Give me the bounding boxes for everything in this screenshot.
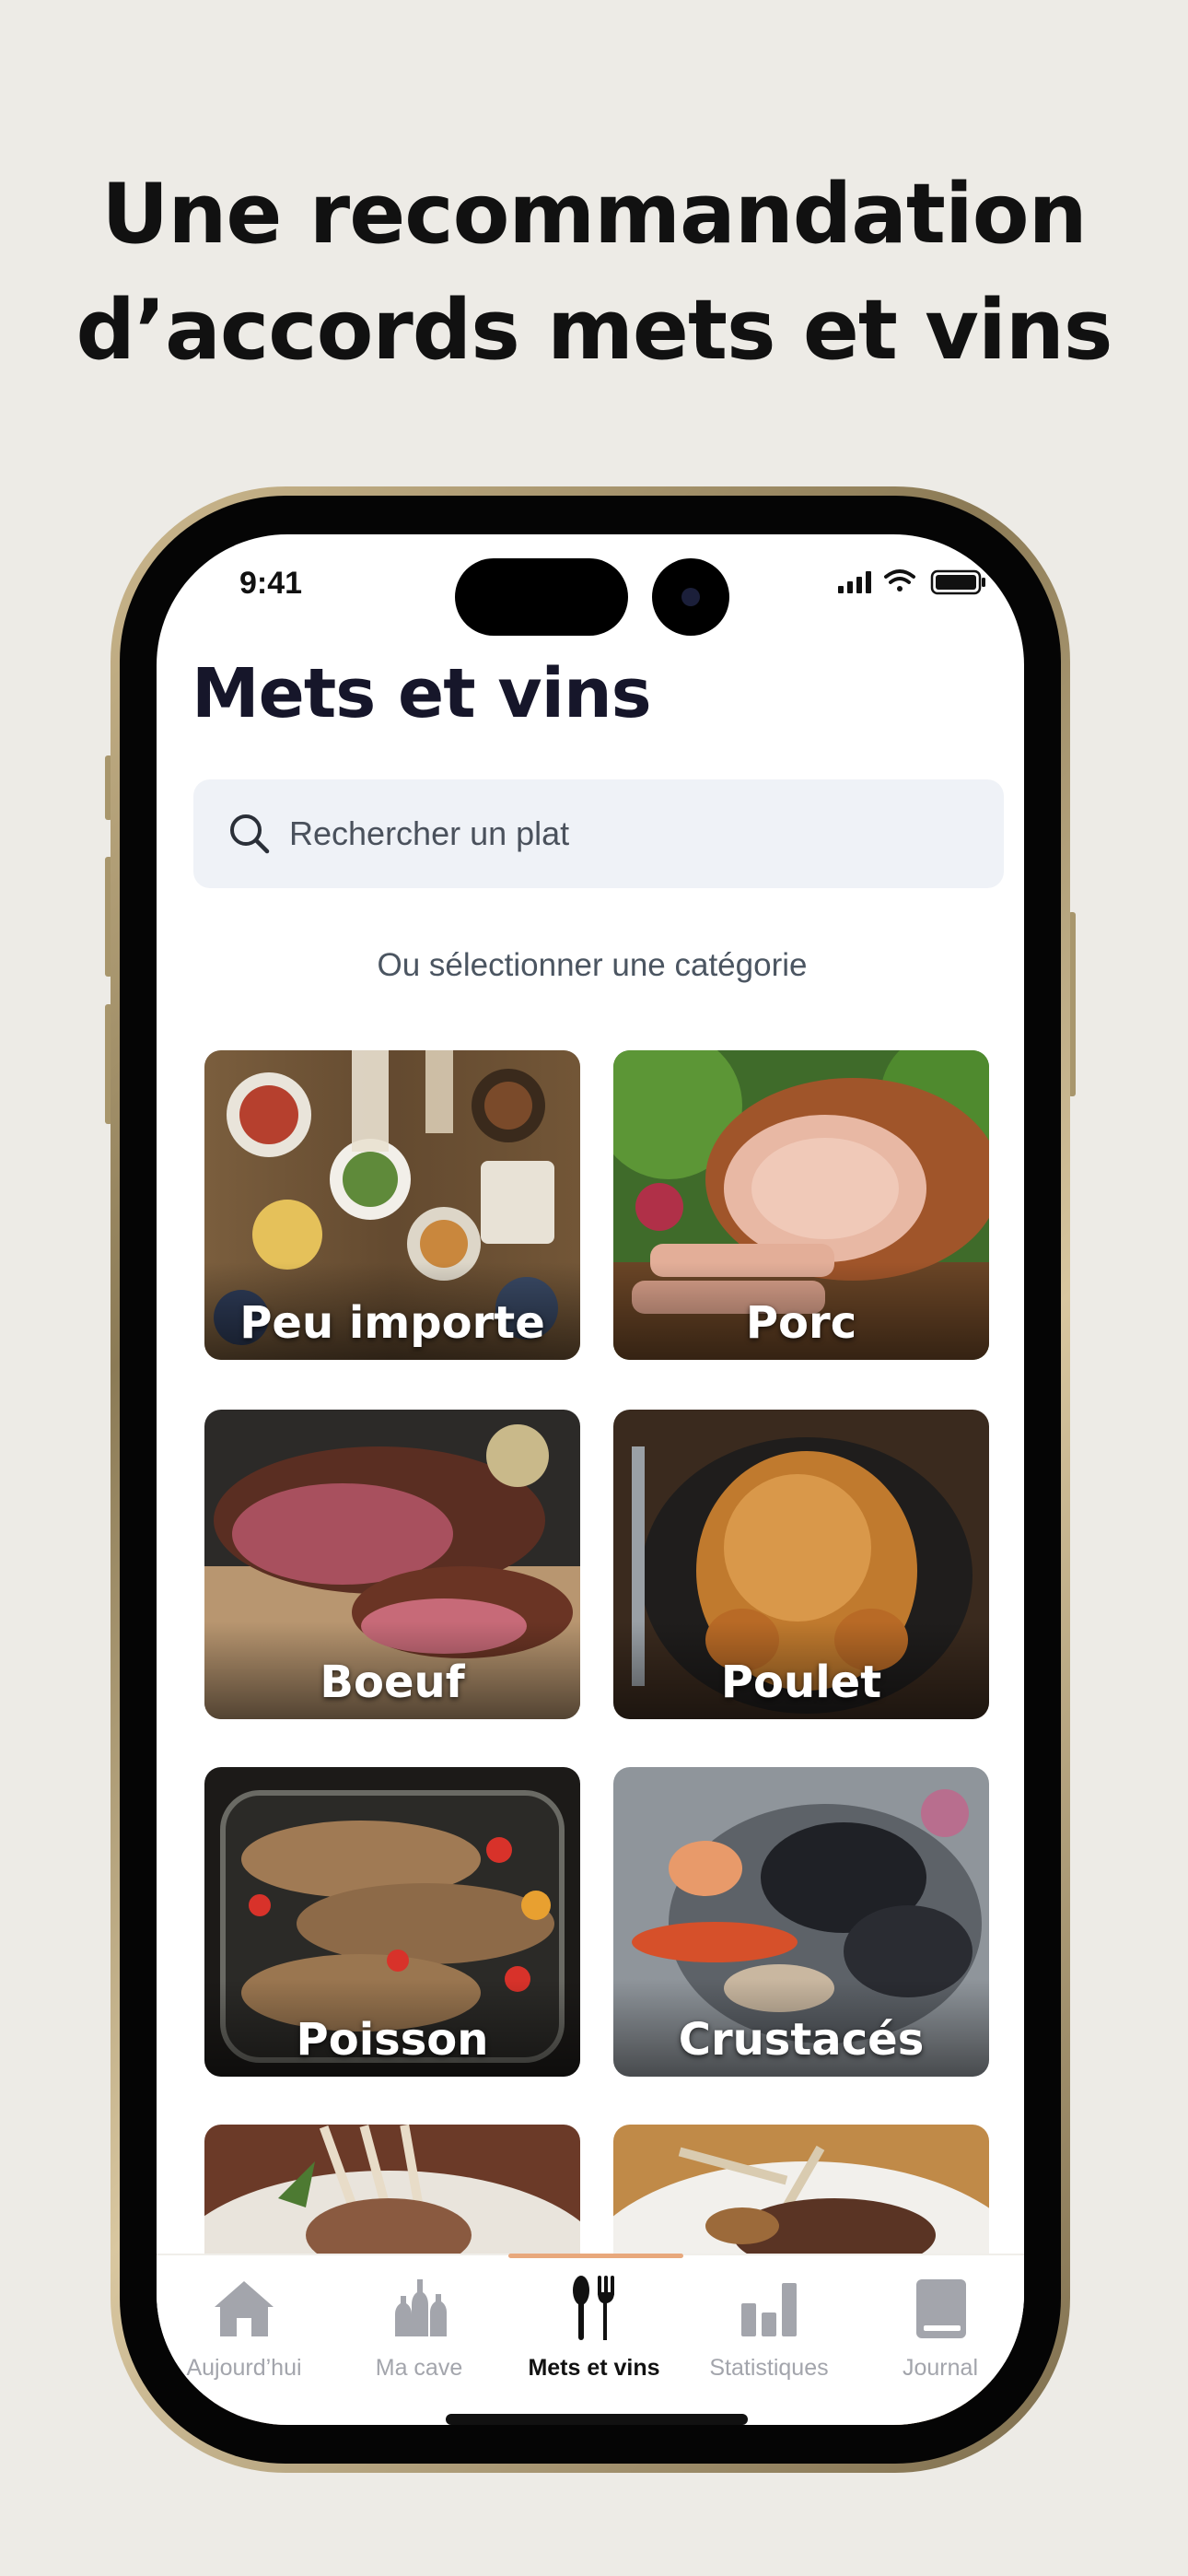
phone-screen: 9:41 Mets et vins Rechercher un plat Ou … (157, 534, 1024, 2425)
tab-journal[interactable]: Journal (853, 2272, 1024, 2382)
category-label: Crustacés (678, 2014, 925, 2066)
category-card-boeuf[interactable]: Boeuf (204, 1410, 580, 1719)
tab-statistiques[interactable]: Statistiques (681, 2272, 856, 2382)
tab-ma-cave[interactable]: Ma cave (332, 2272, 507, 2382)
marketing-headline: Une recommandation d’accords mets et vin… (0, 157, 1188, 389)
dynamic-island (455, 558, 628, 636)
headline-line-1: Une recommandation (101, 166, 1087, 263)
search-icon (230, 814, 270, 854)
category-label: Boeuf (320, 1657, 465, 1708)
tab-label: Ma cave (375, 2355, 463, 2381)
tab-label: Journal (903, 2355, 978, 2381)
wifi-icon (884, 569, 915, 591)
page-title: Mets et vins (192, 654, 652, 733)
battery-icon (930, 569, 985, 595)
tab-mets-et-vins[interactable]: Mets et vins (507, 2272, 681, 2382)
category-label: Poisson (296, 2014, 489, 2066)
home-icon (215, 2281, 274, 2336)
fork-spoon-icon (573, 2276, 614, 2340)
category-card-poulet[interactable]: Poulet (613, 1410, 989, 1719)
category-section-label: Ou sélectionner une catégorie (377, 947, 808, 983)
home-indicator (446, 2414, 748, 2425)
headline-line-2: d’accords mets et vins (76, 282, 1113, 379)
category-label: Peu importe (239, 1297, 545, 1349)
status-time: 9:41 (239, 566, 303, 601)
tab-label: Statistiques (709, 2355, 829, 2381)
signal-icon (838, 571, 871, 593)
category-label: Poulet (720, 1657, 882, 1708)
tab-label: Aujourd’hui (186, 2355, 302, 2381)
tab-aujourdhui[interactable]: Aujourd’hui (157, 2272, 332, 2382)
category-label: Porc (745, 1297, 857, 1349)
front-camera (652, 558, 729, 636)
book-icon (916, 2279, 966, 2338)
category-card-poisson[interactable]: Poisson (204, 1767, 580, 2077)
tab-label: Mets et vins (528, 2355, 660, 2381)
bottles-icon (395, 2279, 447, 2336)
search-bar[interactable] (193, 779, 1004, 888)
category-card-peu-importe[interactable]: Peu importe (204, 1050, 580, 1360)
phone-bezel: 9:41 Mets et vins Rechercher un plat Ou … (120, 496, 1061, 2464)
category-card-porc[interactable]: Porc (613, 1050, 989, 1360)
bar-chart-icon (741, 2283, 797, 2336)
status-icons (838, 569, 985, 595)
phone-frame: 9:41 Mets et vins Rechercher un plat Ou … (111, 486, 1070, 2473)
active-tab-indicator (508, 2254, 683, 2258)
category-card-crustaces[interactable]: Crustacés (613, 1767, 989, 2077)
search-input[interactable] (289, 814, 989, 853)
bottom-tab-bar: Aujourd’hui Ma cave Mets et vins Statist… (157, 2254, 1024, 2425)
